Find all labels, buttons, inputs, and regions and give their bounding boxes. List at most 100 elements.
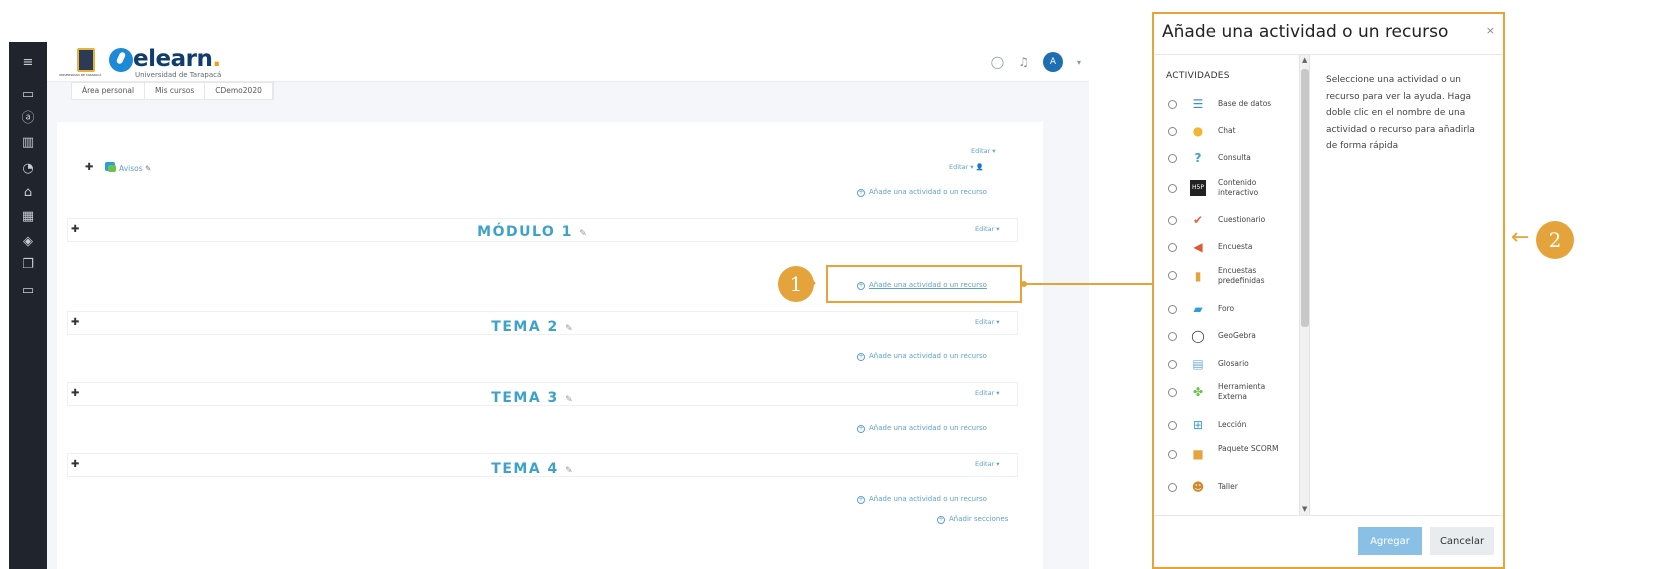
list-item[interactable]: H5P Contenido interactivo	[1154, 173, 1294, 203]
section-title[interactable]: TEMA 3 ✎	[382, 390, 682, 406]
folder-icon[interactable]: ▭	[19, 86, 37, 104]
quiz-icon: ✔	[1192, 213, 1204, 227]
messages-icon[interactable]: ◯	[991, 55, 1004, 69]
radio-button[interactable]	[1168, 154, 1177, 163]
edit-menu[interactable]: Editar ▾	[975, 318, 1000, 326]
forum-icon: ▰	[1193, 302, 1203, 316]
dashboard-icon[interactable]: ◔	[19, 160, 37, 178]
list-item[interactable]: ▰ Foro	[1154, 297, 1294, 321]
add-button[interactable]: Agregar	[1358, 527, 1422, 555]
list-item[interactable]: ⊞ Lección	[1154, 413, 1294, 437]
pencil-icon[interactable]: ✎	[565, 324, 573, 334]
list-item[interactable]: ▤ Glosario	[1154, 352, 1294, 376]
edit-menu[interactable]: Editar ▾	[975, 460, 1000, 468]
radio-button[interactable]	[1168, 184, 1177, 193]
folder-2-icon[interactable]: ▭	[19, 282, 37, 300]
question-icon: ?	[1194, 151, 1202, 165]
highlight-frame	[826, 265, 1022, 303]
radio-button[interactable]	[1168, 127, 1177, 136]
list-item[interactable]: ■ Paquete SCORM	[1154, 439, 1294, 469]
scroll-up-icon[interactable]: ▲	[1302, 56, 1307, 64]
activity-chooser-dialog: Añade una actividad o un recurso × ACTIV…	[1152, 12, 1505, 569]
section-tema-3: ✚ TEMA 3 ✎ Editar ▾ + Añade una actividad…	[57, 382, 1043, 452]
pencil-icon[interactable]: ✎	[579, 229, 587, 239]
section-tema-2: ✚ TEMA 2 ✎ Editar ▾ + Añade una actividad…	[57, 311, 1043, 381]
move-icon[interactable]: ✚	[71, 224, 79, 235]
list-item[interactable]: ◯ GeoGebra	[1154, 324, 1294, 348]
add-circle-icon: +	[857, 189, 865, 197]
add-activity-link[interactable]: + Añade una actividad o un recurso	[857, 352, 987, 361]
pencil-icon[interactable]: ✎	[565, 395, 573, 405]
section-title[interactable]: TEMA 2 ✎	[382, 319, 682, 335]
avisos-link[interactable]: Avisos ✎	[105, 162, 151, 173]
radio-button[interactable]	[1168, 271, 1177, 280]
notifications-bell-icon[interactable]: ♫	[1018, 55, 1029, 69]
user-menu-chevron-icon[interactable]: ▾	[1077, 58, 1081, 67]
radio-button[interactable]	[1168, 483, 1177, 492]
radio-button[interactable]	[1168, 332, 1177, 341]
chart-icon: ▮	[1194, 269, 1202, 283]
add-sections-link[interactable]: + Añadir secciones	[937, 515, 1008, 524]
files-icon[interactable]: ❐	[19, 256, 37, 274]
breadcrumb-item[interactable]: Área personal	[72, 83, 146, 99]
move-icon[interactable]: ✚	[71, 459, 79, 470]
radio-button[interactable]	[1168, 243, 1177, 252]
radio-button[interactable]	[1168, 360, 1177, 369]
dialog-footer: Agregar Cancelar	[1154, 515, 1503, 567]
list-item[interactable]: ✤ Herramienta Externa	[1154, 377, 1294, 407]
scroll-down-icon[interactable]: ▼	[1302, 505, 1307, 513]
section-title[interactable]: TEMA 4 ✎	[382, 461, 682, 477]
list-section-header: ACTIVIDADES	[1166, 71, 1230, 81]
elearn-logo-icon[interactable]	[109, 48, 133, 72]
edit-menu[interactable]: Editar ▾	[971, 147, 996, 155]
avatar[interactable]: A	[1042, 52, 1063, 72]
close-icon[interactable]: ×	[1486, 24, 1495, 37]
list-item[interactable]: ● Chat	[1154, 119, 1294, 143]
list-item[interactable]: ☰ Base de datos	[1154, 92, 1294, 116]
radio-button[interactable]	[1168, 421, 1177, 430]
menu-icon[interactable]: ≡	[19, 54, 37, 72]
edit-menu[interactable]: Editar ▾	[975, 225, 1000, 233]
list-item[interactable]: ? Consulta	[1154, 146, 1294, 170]
course-content: ✚ Avisos ✎ Editar ▾ Editar ▾ 👤 + Añade un…	[57, 122, 1043, 569]
edit-menu[interactable]: Editar ▾	[975, 389, 1000, 397]
radio-button[interactable]	[1168, 100, 1177, 109]
calendar-icon[interactable]: ▦	[19, 208, 37, 226]
home-icon[interactable]: ⌂	[19, 184, 37, 202]
activity-list: ACTIVIDADES ☰ Base de datos ● Chat ? Con…	[1154, 55, 1299, 515]
courses-icon[interactable]: ◈	[19, 233, 37, 251]
move-icon[interactable]: ✚	[71, 317, 79, 328]
list-item[interactable]: ✔ Cuestionario	[1154, 208, 1294, 232]
cancel-button[interactable]: Cancelar	[1430, 527, 1494, 555]
participants-icon[interactable]: ⓐ	[19, 110, 37, 128]
breadcrumb-item[interactable]: Mis cursos	[145, 83, 206, 99]
add-activity-link[interactable]: + Añade una actividad o un recurso	[857, 424, 987, 433]
add-activity-link[interactable]: + Añade una actividad o un recurso	[857, 188, 987, 197]
dialog-title: Añade una actividad o un recurso	[1162, 22, 1449, 42]
add-circle-icon: +	[937, 516, 945, 524]
move-icon[interactable]: ✚	[85, 162, 93, 173]
breadcrumb-item[interactable]: CDemo2020	[205, 83, 273, 99]
radio-button[interactable]	[1168, 388, 1177, 397]
section-tema-4: ✚ TEMA 4 ✎ Editar ▾ + Añade una actividad…	[57, 453, 1043, 565]
add-circle-icon: +	[857, 425, 865, 433]
scrollbar-thumb[interactable]	[1301, 69, 1309, 327]
list-item[interactable]: ◀ Encuesta	[1154, 235, 1294, 259]
scrollbar[interactable]: ▲ ▼	[1299, 55, 1310, 515]
brand-name[interactable]: elearn.	[133, 46, 221, 72]
section-title[interactable]: MÓDULO 1 ✎	[382, 224, 682, 240]
grades-icon[interactable]: ▥	[19, 134, 37, 152]
glossary-icon: ▤	[1192, 357, 1204, 371]
edit-user-menu[interactable]: Editar ▾ 👤	[949, 163, 984, 171]
list-item[interactable]: ▮ Encuestas predefinidas	[1154, 261, 1294, 291]
move-icon[interactable]: ✚	[71, 388, 79, 399]
add-activity-link[interactable]: + Añade una actividad o un recurso	[857, 495, 987, 504]
radio-button[interactable]	[1168, 305, 1177, 314]
pencil-icon[interactable]: ✎	[565, 466, 573, 476]
list-item[interactable]: ☻ Taller	[1154, 475, 1294, 499]
pencil-icon[interactable]: ✎	[145, 164, 151, 173]
geogebra-icon: ◯	[1191, 329, 1205, 343]
radio-button[interactable]	[1168, 450, 1177, 459]
university-name: Universidad de Tarapacá	[135, 71, 222, 79]
radio-button[interactable]	[1168, 216, 1177, 225]
